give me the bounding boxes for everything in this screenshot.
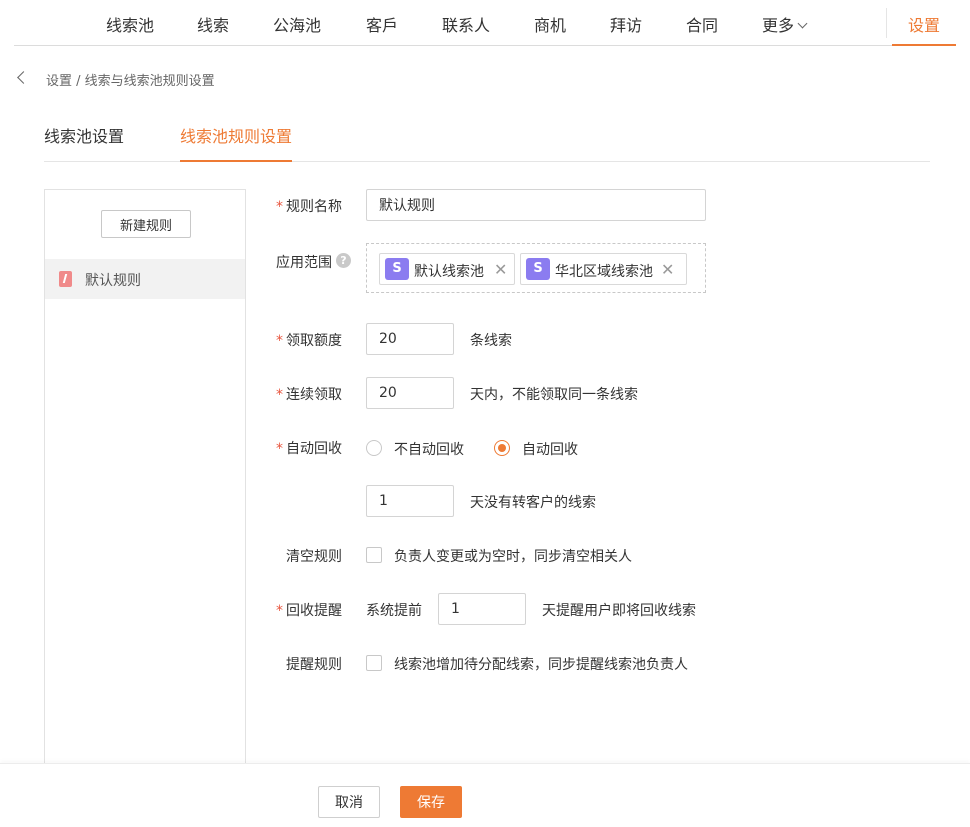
auto-recycle-label: * 自动回收 [276, 438, 342, 458]
recycle-remind-label: * 回收提醒 [276, 600, 342, 620]
nav-item-customer[interactable]: 客戶 [366, 12, 398, 36]
clear-rule-text[interactable]: 负责人变更或为空时，同步清空相关人 [394, 546, 632, 566]
close-icon[interactable]: ✕ [661, 260, 674, 279]
continuous-suffix: 天内，不能领取同一条线索 [470, 387, 638, 403]
nav-item-clue[interactable]: 线索 [197, 12, 229, 36]
cancel-button[interactable]: 取消 [318, 786, 380, 818]
pool-icon: S [526, 258, 550, 280]
clear-rule-checkbox[interactable] [366, 547, 382, 563]
breadcrumb: 设置 / 线索与线索池规则设置 [46, 74, 215, 89]
nav-item-visit[interactable]: 拜访 [610, 12, 642, 36]
required-mark: * [276, 387, 283, 403]
scope-tag-north-pool: S 华北区域线索池 ✕ [520, 253, 687, 285]
nav-item-contact[interactable]: 联系人 [442, 12, 490, 36]
rule-name-label: * 规则名称 [276, 196, 342, 216]
chevron-down-icon [797, 18, 808, 29]
top-nav: 线索池 线索 公海池 客戶 联系人 商机 拜访 合同 更多 设置 [14, 0, 956, 46]
rule-name-label-text: 规则名称 [286, 199, 342, 215]
auto-recycle-option-label[interactable]: 自动回收 [522, 439, 578, 459]
back-arrow-icon[interactable] [17, 71, 30, 84]
new-rule-button[interactable]: 新建规则 [101, 210, 191, 238]
nav-item-contract[interactable]: 合同 [686, 12, 718, 36]
auto-recycle-label-text: 自动回收 [286, 441, 342, 457]
recycle-remind-input[interactable] [438, 593, 526, 625]
scope-label: 应用范围 [276, 255, 332, 271]
auto-recycle-radio[interactable] [494, 440, 510, 456]
no-auto-recycle-label[interactable]: 不自动回收 [394, 439, 464, 459]
save-button[interactable]: 保存 [400, 786, 462, 818]
quota-label: * 领取额度 [276, 330, 342, 350]
rule-list-item[interactable]: 默认规则 [45, 259, 245, 299]
recycle-days-suffix: 天没有转客户的线索 [470, 495, 596, 511]
nav-more-label: 更多 [762, 16, 795, 35]
required-mark: * [276, 333, 283, 349]
nav-divider [886, 8, 887, 38]
quota-input[interactable] [366, 323, 454, 355]
nav-item-opportunity[interactable]: 商机 [534, 12, 566, 36]
continuous-input[interactable] [366, 377, 454, 409]
rule-sidebar: 新建规则 默认规则 [44, 189, 246, 769]
required-mark: * [276, 441, 283, 457]
scope-selector[interactable]: S 默认线索池 ✕ S 华北区域线索池 ✕ [366, 243, 706, 293]
quota-suffix: 条线索 [470, 333, 512, 349]
quota-label-text: 领取额度 [286, 333, 342, 349]
rule-list-item-label: 默认规则 [85, 273, 141, 289]
required-mark: * [276, 603, 283, 619]
remind-rule-text[interactable]: 线索池增加待分配线索，同步提醒线索池负责人 [394, 654, 688, 674]
rule-icon [59, 271, 72, 287]
remind-rule-label: 提醒规则 [286, 657, 342, 673]
clear-rule-label: 清空规则 [286, 549, 342, 565]
continuous-label: * 连续领取 [276, 384, 342, 404]
pool-icon: S [385, 258, 409, 280]
scope-tag-label: 默认线索池 [414, 264, 484, 280]
recycle-days-input[interactable] [366, 485, 454, 517]
nav-item-settings[interactable]: 设置 [892, 0, 956, 46]
close-icon[interactable]: ✕ [494, 260, 507, 279]
tab-clue-pool-settings[interactable]: 线索池设置 [44, 123, 124, 162]
remind-rule-checkbox[interactable] [366, 655, 382, 671]
tab-clue-pool-rule-settings[interactable]: 线索池规则设置 [180, 123, 293, 162]
scope-tag-label: 华北区域线索池 [555, 264, 653, 280]
settings-tabs: 线索池设置 线索池规则设置 [44, 110, 930, 162]
nav-item-public-pool[interactable]: 公海池 [273, 12, 321, 36]
continuous-label-text: 连续领取 [286, 387, 342, 403]
rule-name-input[interactable] [366, 189, 706, 221]
help-icon[interactable]: ? [336, 253, 351, 268]
nav-item-clue-pool[interactable]: 线索池 [106, 12, 154, 36]
nav-item-more[interactable]: 更多 [762, 12, 808, 36]
form-footer: 取消 保存 [0, 763, 970, 827]
recycle-remind-prefix: 系统提前 [366, 603, 422, 619]
recycle-remind-suffix: 天提醒用户即将回收线索 [542, 603, 696, 619]
scope-tag-default-pool: S 默认线索池 ✕ [379, 253, 515, 285]
recycle-remind-label-text: 回收提醒 [286, 603, 342, 619]
no-auto-recycle-radio[interactable] [366, 440, 382, 456]
required-mark: * [276, 199, 283, 215]
